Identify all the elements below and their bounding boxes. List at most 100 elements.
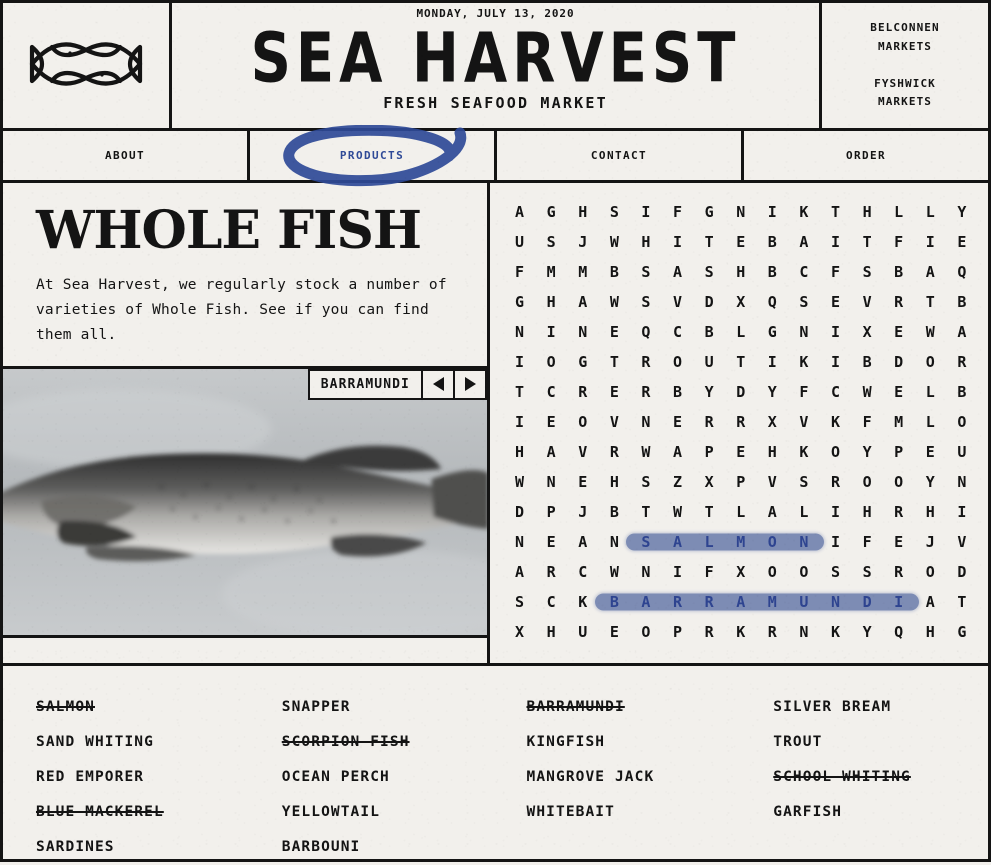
grid-letter[interactable]: W: [599, 293, 631, 311]
carousel-next-button[interactable]: [453, 370, 485, 398]
word-search-grid[interactable]: AGHSIFGNIKTHLLYUSJWHITEBAITFIEFMMBSASHBC…: [490, 183, 988, 657]
grid-letter[interactable]: T: [599, 353, 631, 371]
grid-letter[interactable]: N: [788, 623, 820, 641]
grid-letter[interactable]: Y: [694, 383, 726, 401]
grid-letter[interactable]: H: [915, 623, 947, 641]
grid-letter[interactable]: R: [694, 413, 726, 431]
grid-letter[interactable]: B: [946, 383, 978, 401]
grid-letter[interactable]: A: [662, 533, 694, 551]
grid-letter[interactable]: H: [852, 503, 884, 521]
grid-letter[interactable]: R: [567, 383, 599, 401]
word-list-item[interactable]: RED EMPORER: [36, 760, 251, 795]
grid-letter[interactable]: S: [536, 233, 568, 251]
grid-letter[interactable]: O: [915, 353, 947, 371]
grid-letter[interactable]: N: [820, 593, 852, 611]
grid-letter[interactable]: Z: [662, 473, 694, 491]
nav-item-products[interactable]: PRODUCTS: [250, 124, 497, 186]
grid-letter[interactable]: W: [630, 443, 662, 461]
grid-letter[interactable]: I: [504, 413, 536, 431]
grid-letter[interactable]: V: [662, 293, 694, 311]
word-list-item[interactable]: BARBOUNI: [282, 830, 497, 865]
grid-letter[interactable]: S: [694, 263, 726, 281]
grid-letter[interactable]: R: [694, 593, 726, 611]
word-list-item[interactable]: YELLOWTAIL: [282, 795, 497, 830]
grid-letter[interactable]: T: [694, 233, 726, 251]
grid-letter[interactable]: L: [915, 203, 947, 221]
grid-letter[interactable]: H: [567, 203, 599, 221]
grid-letter[interactable]: F: [883, 233, 915, 251]
grid-letter[interactable]: K: [567, 593, 599, 611]
grid-letter[interactable]: Q: [630, 323, 662, 341]
word-list-item[interactable]: SILVER BREAM: [773, 690, 988, 725]
grid-letter[interactable]: E: [820, 293, 852, 311]
grid-letter[interactable]: I: [946, 503, 978, 521]
grid-letter[interactable]: O: [567, 413, 599, 431]
grid-letter[interactable]: T: [820, 203, 852, 221]
word-list-item-found[interactable]: SCHOOL WHITING: [773, 760, 988, 795]
grid-letter[interactable]: E: [883, 323, 915, 341]
word-list-item[interactable]: SARDINES: [36, 830, 251, 865]
grid-letter[interactable]: O: [946, 413, 978, 431]
grid-letter[interactable]: G: [694, 203, 726, 221]
grid-letter[interactable]: U: [567, 623, 599, 641]
grid-letter[interactable]: A: [788, 233, 820, 251]
grid-letter[interactable]: O: [788, 563, 820, 581]
word-list-item[interactable]: OCEAN PERCH: [282, 760, 497, 795]
grid-letter[interactable]: O: [536, 353, 568, 371]
grid-letter[interactable]: M: [757, 593, 789, 611]
grid-letter[interactable]: S: [630, 533, 662, 551]
grid-letter[interactable]: C: [536, 593, 568, 611]
grid-letter[interactable]: F: [504, 263, 536, 281]
grid-letter[interactable]: E: [946, 233, 978, 251]
grid-letter[interactable]: E: [567, 473, 599, 491]
grid-letter[interactable]: I: [820, 233, 852, 251]
grid-letter[interactable]: Q: [946, 263, 978, 281]
grid-letter[interactable]: F: [694, 563, 726, 581]
grid-letter[interactable]: A: [536, 443, 568, 461]
grid-letter[interactable]: E: [599, 323, 631, 341]
grid-letter[interactable]: G: [504, 293, 536, 311]
grid-letter[interactable]: P: [536, 503, 568, 521]
grid-letter[interactable]: I: [820, 323, 852, 341]
nav-item-about[interactable]: ABOUT: [3, 131, 250, 180]
grid-letter[interactable]: U: [694, 353, 726, 371]
grid-letter[interactable]: F: [662, 203, 694, 221]
grid-letter[interactable]: N: [630, 563, 662, 581]
grid-letter[interactable]: I: [630, 203, 662, 221]
grid-letter[interactable]: O: [630, 623, 662, 641]
grid-letter[interactable]: Y: [757, 383, 789, 401]
grid-letter[interactable]: W: [662, 503, 694, 521]
grid-letter[interactable]: A: [915, 593, 947, 611]
grid-letter[interactable]: I: [662, 563, 694, 581]
grid-letter[interactable]: B: [599, 593, 631, 611]
word-list-item-found[interactable]: SALMON: [36, 690, 251, 725]
grid-letter[interactable]: W: [915, 323, 947, 341]
grid-letter[interactable]: R: [536, 563, 568, 581]
word-list-item-found[interactable]: BARRAMUNDI: [527, 690, 742, 725]
grid-letter[interactable]: H: [757, 443, 789, 461]
grid-letter[interactable]: M: [536, 263, 568, 281]
grid-letter[interactable]: B: [852, 353, 884, 371]
grid-letter[interactable]: A: [662, 443, 694, 461]
grid-letter[interactable]: K: [788, 443, 820, 461]
grid-letter[interactable]: O: [662, 353, 694, 371]
grid-letter[interactable]: T: [630, 503, 662, 521]
grid-letter[interactable]: H: [599, 473, 631, 491]
market-link-belconnen[interactable]: BELCONNEN MARKETS: [870, 19, 940, 56]
word-list-item[interactable]: SNAPPER: [282, 690, 497, 725]
word-list-item[interactable]: SAND WHITING: [36, 725, 251, 760]
word-list-item-found[interactable]: SCORPION FISH: [282, 725, 497, 760]
grid-letter[interactable]: I: [820, 503, 852, 521]
grid-letter[interactable]: H: [630, 233, 662, 251]
grid-letter[interactable]: P: [725, 473, 757, 491]
grid-letter[interactable]: D: [852, 593, 884, 611]
grid-letter[interactable]: W: [599, 233, 631, 251]
grid-letter[interactable]: B: [599, 263, 631, 281]
grid-letter[interactable]: N: [504, 323, 536, 341]
grid-letter[interactable]: V: [946, 533, 978, 551]
grid-letter[interactable]: K: [820, 413, 852, 431]
grid-letter[interactable]: H: [915, 503, 947, 521]
word-list-item[interactable]: KINGFISH: [527, 725, 742, 760]
grid-letter[interactable]: V: [757, 473, 789, 491]
grid-letter[interactable]: T: [852, 233, 884, 251]
